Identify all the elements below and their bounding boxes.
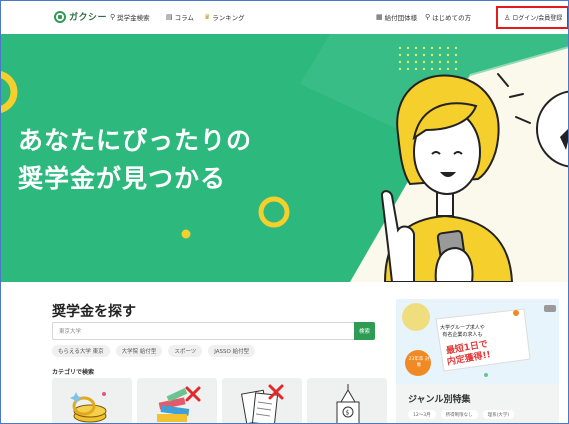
category-card-documents[interactable] [222, 378, 302, 424]
user-icon: ♙ [504, 13, 511, 22]
logo-mark-icon [54, 10, 66, 23]
keyword-chip[interactable]: もらえる大学 東京 [52, 345, 110, 357]
genre-feature-panel: ジャンル別特集 12〜3月 所得制限なし 理系(大学) [396, 384, 559, 424]
genre-chip[interactable]: 12〜3月 [408, 410, 436, 419]
nav-label: はじめての方 [432, 14, 472, 22]
search-button[interactable]: 検索 [354, 322, 375, 340]
site-logo[interactable]: ガクシー [54, 10, 107, 23]
banner-badge: 23年卒 対象 [408, 357, 430, 368]
coins-icon [70, 392, 107, 423]
hero-title: あなたにぴったりの 奨学金が見つかる [18, 122, 252, 198]
category-search-label: カテゴリで検索 [52, 369, 95, 376]
search-bar: 東京大学 検索 [52, 322, 375, 340]
genre-title: ジャンル別特集 [408, 395, 471, 405]
nav-label: コラム [174, 14, 194, 22]
category-cards: $ [52, 378, 387, 424]
banner-text-line1: 大学グループ求人や [440, 325, 485, 331]
banner-text: 大学グループ求人や 有名企業の求人も [440, 325, 485, 339]
nav-first-time[interactable]: ⚲ はじめての方 [425, 12, 471, 22]
nav-organizations[interactable]: ▦ 給付団体様 [376, 12, 417, 22]
documents-icon [240, 384, 284, 424]
search-icon: ⚲ [110, 13, 116, 21]
nav-scholarship-search[interactable]: ⚲ 奨学金検索 [110, 12, 150, 22]
genre-chip[interactable]: 理系(大学) [482, 410, 515, 419]
login-register-button[interactable]: ♙ ログイン/会員登録 [496, 6, 569, 29]
site-header: ガクシー ⚲ 奨学金検索 ▤ コラム ♛ ランキング ▦ 給付団体様 ⚲ はじめ… [0, 0, 569, 34]
search-input[interactable]: 東京大学 [52, 322, 354, 340]
hero-title-line1: あなたにぴったりの [18, 126, 253, 155]
category-card-coins[interactable] [52, 378, 132, 424]
login-label: ログイン/会員登録 [512, 15, 563, 22]
keyword-chips: もらえる大学 東京 大学院 給付型 スポーツ JASSO 給付型 [52, 345, 256, 357]
keyword-chip[interactable]: 大学院 給付型 [115, 345, 163, 357]
hero-title-line2: 奨学金が見つかる [18, 164, 227, 193]
nav-label: 給付団体様 [384, 14, 418, 22]
government-building-icon: $ [336, 384, 360, 424]
building-icon: ▦ [376, 13, 383, 21]
crown-icon: ♛ [204, 13, 211, 21]
genre-chip[interactable]: 所得制限なし [440, 410, 478, 419]
books-icon [157, 386, 201, 422]
nav-ranking[interactable]: ♛ ランキング [204, 12, 245, 22]
pin-icon: ⚲ [425, 13, 431, 21]
category-card-books[interactable] [137, 378, 217, 424]
recruitment-ad-banner[interactable]: 大学グループ求人や 有名企業の求人も 最短1日で 内定獲得!! 23年卒 対象 [396, 299, 559, 384]
banner-text-line2: 有名企業の求人も [442, 332, 483, 338]
category-card-government[interactable]: $ [307, 378, 387, 424]
logo-text: ガクシー [69, 13, 108, 23]
main-content: 奨学金を探す 東京大学 検索 もらえる大学 東京 大学院 給付型 スポーツ JA… [0, 282, 569, 424]
keyword-chip[interactable]: JASSO 給付型 [208, 345, 256, 357]
nav-column[interactable]: ▤ コラム [166, 12, 194, 22]
nav-label: ランキング [212, 14, 245, 22]
hero-banner[interactable]: あなたにぴったりの 奨学金が見つかる [0, 34, 569, 282]
svg-text:$: $ [346, 410, 350, 417]
search-section-title: 奨学金を探す [52, 304, 136, 320]
book-icon: ▤ [166, 13, 173, 21]
genre-chips: 12〜3月 所得制限なし 理系(大学) [408, 410, 515, 419]
nav-label: 奨学金検索 [117, 14, 150, 22]
keyword-chip[interactable]: スポーツ [168, 345, 203, 357]
